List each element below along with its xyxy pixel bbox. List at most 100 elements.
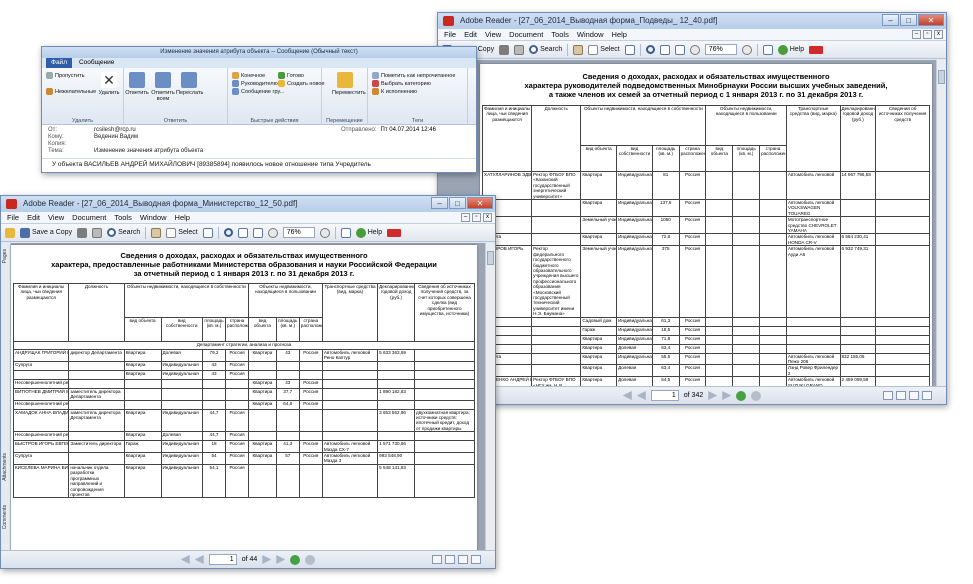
- zoom-in-icon[interactable]: [319, 227, 330, 238]
- doc-restore-button[interactable]: ▫: [923, 30, 932, 39]
- continuous-facing-view-icon[interactable]: [922, 391, 932, 400]
- menu-file[interactable]: File: [444, 29, 456, 40]
- doc-minimize-button[interactable]: –: [461, 213, 470, 222]
- delete-button[interactable]: ✕ Удалить: [96, 72, 122, 96]
- page-number-input[interactable]: 1: [208, 554, 237, 565]
- last-page-button[interactable]: [722, 391, 732, 400]
- quickstep-convert[interactable]: Конечное: [232, 72, 265, 79]
- menu-window[interactable]: Window: [140, 212, 167, 223]
- doc-close-button[interactable]: x: [483, 213, 492, 222]
- first-page-button[interactable]: [180, 555, 190, 564]
- zoom-out-icon[interactable]: [267, 227, 278, 238]
- menu-tools[interactable]: Tools: [114, 212, 132, 223]
- page-options-icon[interactable]: [762, 44, 773, 55]
- go-back-icon[interactable]: [305, 554, 316, 565]
- page-number-input[interactable]: 1: [650, 390, 679, 401]
- maximize-button[interactable]: □: [900, 14, 917, 26]
- menu-tools[interactable]: Tools: [551, 29, 569, 40]
- forward-button[interactable]: Переслать: [176, 72, 203, 96]
- select-tool-button[interactable]: Select: [588, 44, 620, 55]
- title-bar[interactable]: Изменение значения атрибута объекта -- С…: [42, 47, 476, 58]
- snapshot-icon[interactable]: [202, 227, 213, 238]
- facing-view-icon[interactable]: [909, 391, 919, 400]
- fit-page-icon[interactable]: [659, 44, 670, 55]
- minimize-button[interactable]: –: [431, 197, 448, 209]
- move-button[interactable]: Переместить: [332, 72, 366, 96]
- page-options-icon[interactable]: [340, 227, 351, 238]
- doc-restore-button[interactable]: ▫: [472, 213, 481, 222]
- continuous-view-icon[interactable]: [445, 555, 455, 564]
- menu-window[interactable]: Window: [577, 29, 604, 40]
- next-page-button[interactable]: [262, 555, 272, 564]
- document-area[interactable]: Сведения о доходах, расходах и обязатель…: [438, 60, 936, 394]
- quickstep-done[interactable]: Готово: [278, 72, 304, 79]
- zoom-in-icon[interactable]: [741, 44, 752, 55]
- hand-tool-icon[interactable]: [573, 44, 584, 55]
- quickstep-team[interactable]: Сообщение гру...: [232, 88, 284, 95]
- junk-button[interactable]: Нежелательные: [46, 88, 96, 95]
- maximize-button[interactable]: □: [449, 197, 466, 209]
- email-icon[interactable]: [92, 227, 103, 238]
- scroll-thumb[interactable]: [938, 70, 945, 84]
- vertical-scrollbar[interactable]: [936, 60, 946, 386]
- menu-help[interactable]: Help: [175, 212, 190, 223]
- doc-close-button[interactable]: x: [934, 30, 943, 39]
- menu-file[interactable]: File: [7, 212, 19, 223]
- title-bar[interactable]: Adobe Reader - [27_06_2014_Выводная форм…: [438, 13, 946, 29]
- search-button[interactable]: Search: [107, 228, 140, 237]
- go-forward-icon[interactable]: [290, 554, 301, 565]
- single-page-view-icon[interactable]: [883, 391, 893, 400]
- title-bar[interactable]: Adobe Reader - [27_06_2014_Выводная форм…: [1, 196, 495, 212]
- go-back-icon[interactable]: [751, 390, 762, 401]
- pages-tab[interactable]: Pages: [2, 249, 8, 263]
- vertical-scrollbar[interactable]: [485, 243, 495, 550]
- tab-file[interactable]: Файл: [46, 58, 72, 68]
- to-value[interactable]: Веденин Вадим: [94, 134, 138, 140]
- tab-message[interactable]: Сообщение: [79, 58, 114, 68]
- continuous-facing-view-icon[interactable]: [471, 555, 481, 564]
- open-folder-icon[interactable]: [5, 227, 15, 238]
- menu-edit[interactable]: Edit: [464, 29, 477, 40]
- menu-document[interactable]: Document: [72, 212, 106, 223]
- save-copy-button[interactable]: Save a Copy: [20, 227, 72, 238]
- last-page-button[interactable]: [276, 555, 286, 564]
- followup-button[interactable]: К исполнению: [372, 88, 417, 95]
- facing-view-icon[interactable]: [458, 555, 468, 564]
- previous-page-button[interactable]: [636, 391, 646, 400]
- help-button[interactable]: Help: [777, 44, 804, 55]
- zoom-level-input[interactable]: 76%: [282, 227, 315, 238]
- yandex-icon[interactable]: [387, 228, 402, 237]
- menu-edit[interactable]: Edit: [27, 212, 40, 223]
- document-area[interactable]: Сведения о доходах, расходах и обязатель…: [11, 243, 485, 555]
- print-icon[interactable]: [77, 227, 88, 238]
- close-button[interactable]: ✕: [467, 197, 493, 209]
- menu-help[interactable]: Help: [612, 29, 627, 40]
- print-icon[interactable]: [499, 44, 510, 55]
- fit-page-icon[interactable]: [237, 227, 248, 238]
- zoom-icon[interactable]: [223, 228, 233, 237]
- menu-view[interactable]: View: [48, 212, 64, 223]
- zoom-out-icon[interactable]: [689, 44, 700, 55]
- categorize-button[interactable]: Выбрать категорию: [372, 80, 431, 87]
- continuous-view-icon[interactable]: [896, 391, 906, 400]
- attachments-tab[interactable]: Attachments: [2, 453, 8, 481]
- from-value[interactable]: rcsilesh@rcp.ru: [94, 127, 136, 133]
- minimize-button[interactable]: –: [882, 14, 899, 26]
- yandex-icon[interactable]: [809, 45, 824, 54]
- select-tool-button[interactable]: Select: [166, 227, 198, 238]
- search-button[interactable]: Search: [529, 45, 562, 54]
- message-body[interactable]: У объекта ВАСИЛЬЕВ АНДРЕЙ МИХАЙЛОВИЧ [89…: [42, 158, 476, 172]
- mark-unread-button[interactable]: Пометить как непрочитанное: [372, 72, 455, 79]
- scroll-thumb[interactable]: [487, 251, 494, 265]
- first-page-button[interactable]: [622, 391, 632, 400]
- fit-width-icon[interactable]: [674, 44, 685, 55]
- menu-view[interactable]: View: [485, 29, 501, 40]
- ignore-button[interactable]: Пропустить: [46, 72, 84, 79]
- zoom-level-input[interactable]: 76%: [704, 44, 737, 55]
- email-icon[interactable]: [514, 44, 525, 55]
- help-button[interactable]: Help: [355, 227, 382, 238]
- doc-minimize-button[interactable]: –: [912, 30, 921, 39]
- menu-document[interactable]: Document: [509, 29, 543, 40]
- reply-button[interactable]: Ответить: [124, 72, 150, 96]
- zoom-icon[interactable]: [645, 45, 655, 54]
